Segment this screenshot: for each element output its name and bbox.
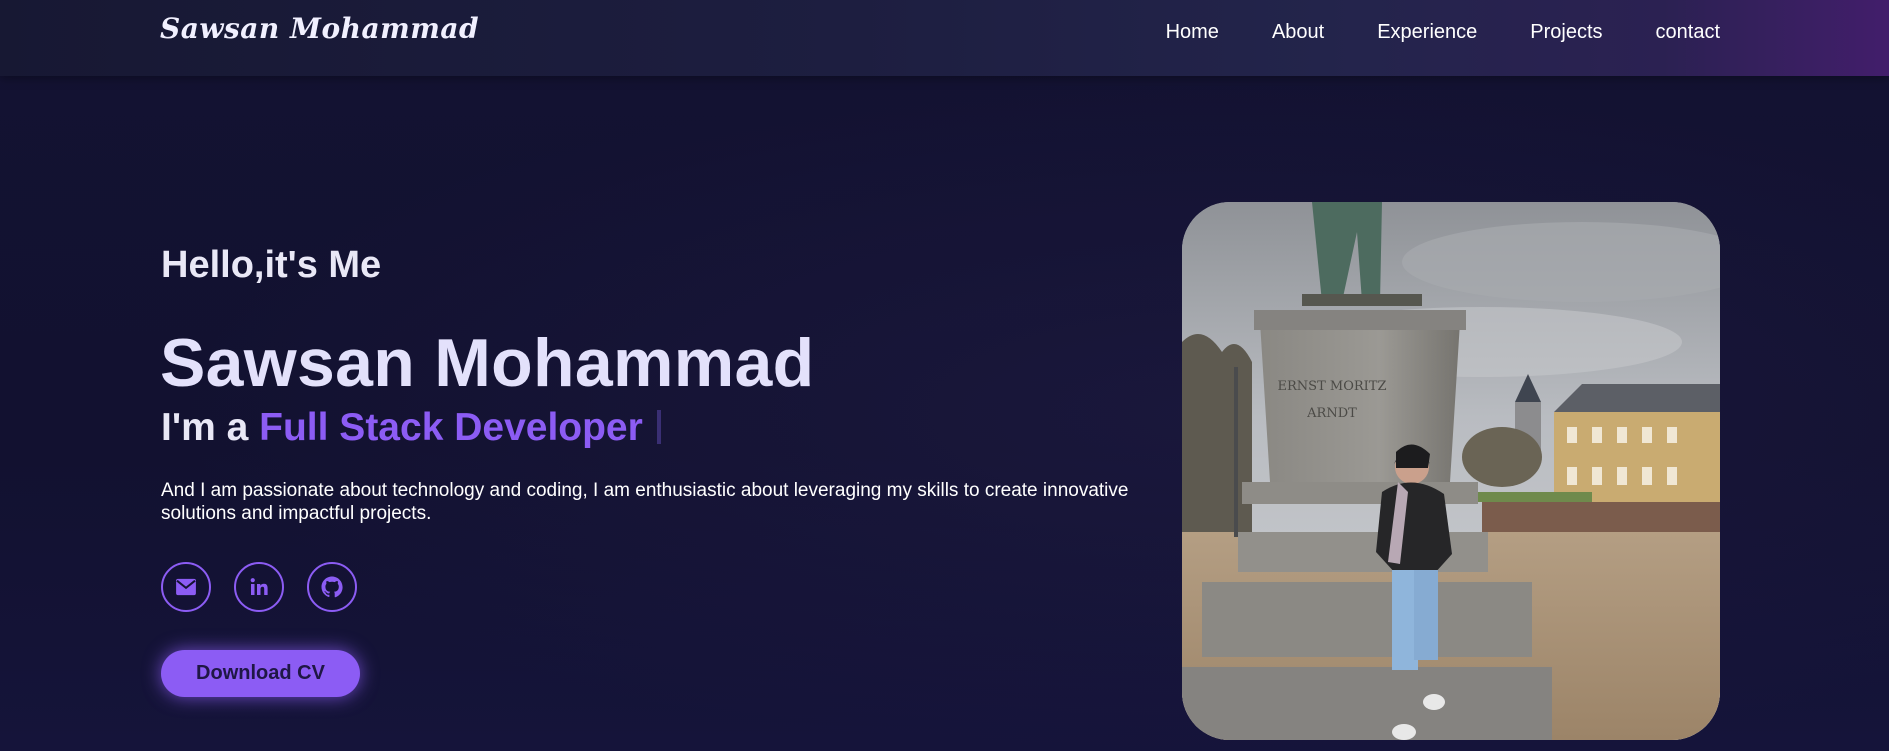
social-links <box>161 562 357 612</box>
name-heading: Sawsan Mohammad <box>160 325 815 401</box>
role-heading: I'm a Full Stack Developer <box>161 406 661 450</box>
main-nav: Home About Experience Projects contact <box>1166 20 1720 44</box>
profile-photo: ERNST MORITZ ARNDT <box>1182 202 1720 740</box>
github-link[interactable] <box>307 562 357 612</box>
mail-icon <box>176 578 196 596</box>
inscription-line-2: ARNDT <box>1306 406 1357 421</box>
nav-home-link[interactable]: Home <box>1166 20 1219 44</box>
github-icon <box>321 576 343 598</box>
linkedin-link[interactable] <box>234 562 284 612</box>
role-highlight: Full Stack Developer <box>259 406 643 449</box>
role-prefix: I'm a <box>161 406 260 449</box>
nav-about-link[interactable]: About <box>1272 20 1324 44</box>
nav-projects-link[interactable]: Projects <box>1530 20 1602 44</box>
page: Sawsan Mohammad Home About Experience Pr… <box>0 0 1889 751</box>
typing-cursor <box>656 410 661 444</box>
nav-experience-link[interactable]: Experience <box>1377 20 1477 44</box>
site-logo[interactable]: Sawsan Mohammad <box>160 12 479 45</box>
inscription-line-1: ERNST MORITZ <box>1278 379 1387 394</box>
download-cv-button[interactable]: Download CV <box>161 650 360 697</box>
linkedin-icon <box>250 578 268 595</box>
top-navbar: Sawsan Mohammad Home About Experience Pr… <box>0 0 1889 76</box>
hero-description: And I am passionate about technology and… <box>161 480 1129 524</box>
photo-illustration: ERNST MORITZ ARNDT <box>1182 202 1720 740</box>
email-link[interactable] <box>161 562 211 612</box>
greeting-heading: Hello,it's Me <box>161 244 382 286</box>
nav-contact-link[interactable]: contact <box>1656 20 1720 44</box>
